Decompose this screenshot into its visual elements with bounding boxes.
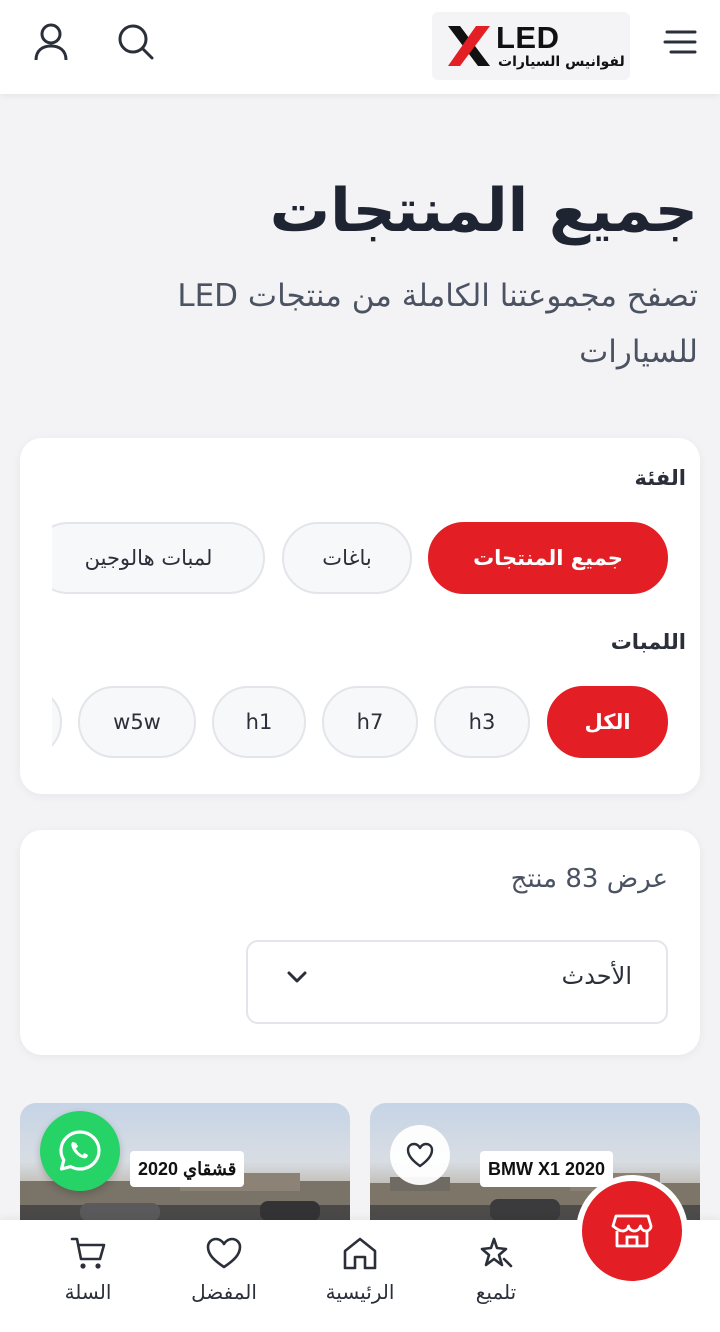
nav-home-label: الرئيسية [325,1280,395,1304]
nav-favorites-label: المفضل [191,1280,257,1304]
bulbs-label: اللمبات [610,630,686,654]
product-tag: قشقاي 2020 [130,1151,245,1187]
nav-favorites[interactable]: المفضل [164,1232,284,1312]
search-icon[interactable] [116,22,156,62]
whatsapp-icon [59,1130,101,1171]
chevron-down-icon [287,971,307,983]
sort-selected-value: الأحدث [561,962,632,990]
brand-logo[interactable]: LED لفوانيس السيارات [432,12,630,80]
whatsapp-button[interactable] [40,1111,120,1191]
store-button[interactable] [576,1175,688,1287]
product-tag: BMW X1 2020 [480,1151,614,1187]
sparkle-icon [480,1237,513,1268]
nav-polish-label: تلميع [475,1280,517,1304]
favorite-button[interactable] [390,1125,450,1185]
nav-cart[interactable]: السلة [28,1232,148,1312]
top-header: LED لفوانيس السيارات [0,0,720,94]
chip-bulb-h3[interactable]: h3 [434,686,530,758]
cart-icon [70,1237,106,1269]
sort-select[interactable]: الأحدث [246,940,668,1024]
chip-bulb-more[interactable] [52,686,62,758]
heart-icon [406,1142,434,1168]
chip-category-halogen[interactable]: لمبات هالوجين [52,522,265,594]
nav-cart-label: السلة [64,1280,112,1304]
chip-category-packs[interactable]: باغات [282,522,412,594]
chip-bulb-h1[interactable]: h1 [212,686,306,758]
nav-polish[interactable]: تلميع [436,1232,556,1312]
page-title: جميع المنتجات [269,176,698,246]
home-icon [343,1237,377,1270]
page-subtitle: تصفح مجموعتنا الكاملة من منتجات LED للسي… [177,278,698,370]
nav-home[interactable]: الرئيسية [300,1232,420,1312]
heart-icon [206,1237,242,1269]
category-label: الفئة [634,466,686,490]
logo-x-mark [448,26,490,66]
chip-bulb-h7[interactable]: h7 [322,686,418,758]
logo-brand-text: LED [496,20,560,55]
chip-bulb-w5w[interactable]: w5w [78,686,196,758]
category-chips[interactable]: جميع المنتجات باغات لمبات هالوجين [52,518,668,598]
results-count: عرض 83 منتج [510,864,668,894]
bulb-chips[interactable]: الكل h3 h7 h1 w5w [52,682,668,762]
chip-bulb-all[interactable]: الكل [547,686,668,758]
logo-subtitle: لفوانيس السيارات [498,54,625,70]
user-icon[interactable] [31,22,71,62]
menu-icon[interactable] [660,22,700,62]
store-icon [611,1214,653,1248]
chip-category-all[interactable]: جميع المنتجات [428,522,668,594]
